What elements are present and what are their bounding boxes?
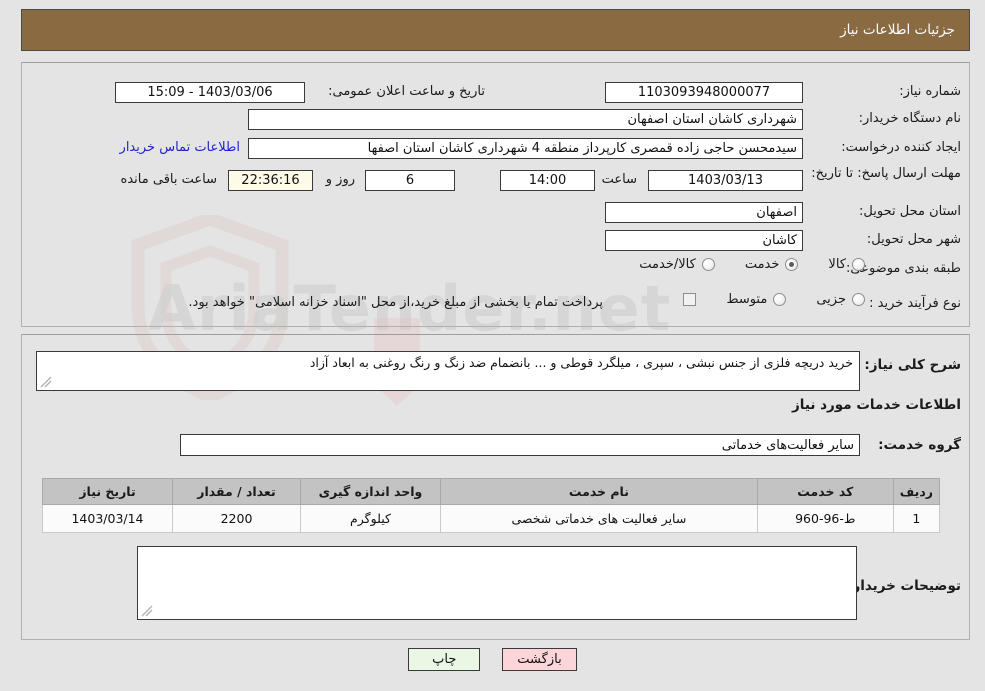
services-table: ردیف کد خدمت نام خدمت واحد اندازه گیری ت… [42, 478, 941, 533]
radio-selected-icon[interactable] [785, 258, 799, 271]
need-number-label: شماره نیاز: [899, 84, 961, 99]
need-details-page: AriaTender.net جزئیات اطلاعات نیاز شماره… [0, 0, 985, 691]
general-description-box: خرید دریچه فلزی از جنس نبشی ، سپری ، میل… [36, 351, 860, 391]
table-header-row: ردیف کد خدمت نام خدمت واحد اندازه گیری ت… [42, 478, 941, 505]
requester-label: ایجاد کننده درخواست: [841, 140, 961, 155]
category-option-label: خدمت [744, 257, 780, 272]
buyer-contact-link[interactable]: اطلاعات تماس خریدار [120, 140, 240, 155]
col-row-no: ردیف [892, 478, 941, 505]
buyer-notes-label: توضیحات خریدار: [847, 578, 961, 594]
process-option-label: جزیی [816, 292, 846, 307]
cell-row-no: 1 [892, 504, 941, 533]
col-need-date: تاریخ نیاز [42, 478, 173, 505]
col-service-code: کد خدمت [756, 478, 894, 505]
days-and-label: روز و [325, 172, 355, 187]
treasury-payment-note: پرداخت تمام یا بخشی از مبلغ خرید،از محل … [188, 295, 603, 310]
treasury-bonds-checkbox[interactable] [683, 293, 697, 306]
general-description-value: خرید دریچه فلزی از جنس نبشی ، سپری ، میل… [309, 355, 853, 370]
response-deadline-label: مهلت ارسال پاسخ: تا تاریخ: [811, 166, 961, 181]
province-label: استان محل تحویل: [859, 204, 961, 219]
process-option-label: متوسط [726, 292, 768, 307]
radio-icon[interactable] [773, 293, 787, 306]
deadline-hour-label: ساعت [601, 172, 637, 187]
top-info-panel [21, 62, 970, 327]
col-service-name: نام خدمت [440, 478, 758, 505]
process-option-medium[interactable]: متوسط [726, 292, 787, 307]
services-section-heading: اطلاعات خدمات مورد نیاز [791, 397, 961, 413]
cell-unit: کیلوگرم [300, 504, 441, 533]
page-title: جزئیات اطلاعات نیاز [840, 22, 955, 38]
remaining-time-label: ساعت باقی مانده [120, 172, 217, 187]
resize-grip-icon[interactable] [141, 605, 153, 617]
buyer-org-label: نام دستگاه خریدار: [858, 111, 961, 126]
category-option-service[interactable]: خدمت [745, 257, 799, 272]
cell-need-date: 1403/03/14 [42, 504, 173, 533]
category-radio-group: کالا خدمت کالا/خدمت [609, 257, 865, 272]
purchase-process-radio-group: جزیی متوسط [677, 292, 865, 307]
process-option-minor[interactable]: جزیی [816, 292, 865, 307]
category-option-label: کالا [828, 257, 846, 272]
category-option-goods[interactable]: کالا [828, 257, 865, 272]
announce-datetime-label: تاریخ و ساعت اعلان عمومی: [328, 84, 485, 99]
cell-service-code: ط-96-960 [756, 504, 894, 533]
print-button[interactable]: چاپ [408, 648, 481, 671]
page-header: جزئیات اطلاعات نیاز [21, 9, 970, 51]
button-bar: بازگشت چاپ [0, 648, 985, 671]
col-unit: واحد اندازه گیری [300, 478, 441, 505]
back-button[interactable]: بازگشت [502, 648, 577, 671]
cell-service-name: سایر فعالیت های خدماتی شخصی [440, 504, 758, 533]
radio-icon[interactable] [852, 293, 865, 306]
radio-icon[interactable] [701, 258, 715, 271]
service-group-label: گروه خدمت: [878, 437, 961, 453]
general-description-label: شرح کلی نیاز: [864, 357, 961, 373]
category-option-goods-service[interactable]: کالا/خدمت [639, 257, 715, 272]
col-quantity: تعداد / مقدار [172, 478, 301, 505]
category-option-label: کالا/خدمت [639, 257, 696, 272]
buyer-notes-box [137, 546, 857, 620]
cell-quantity: 2200 [172, 504, 301, 533]
resize-grip-icon[interactable] [40, 376, 52, 388]
table-row: 1 ط-96-960 سایر فعالیت های خدماتی شخصی ک… [42, 504, 941, 533]
city-label: شهر محل تحویل: [866, 232, 961, 247]
purchase-process-label: نوع فرآیند خرید : [869, 296, 961, 311]
radio-icon[interactable] [852, 258, 865, 271]
